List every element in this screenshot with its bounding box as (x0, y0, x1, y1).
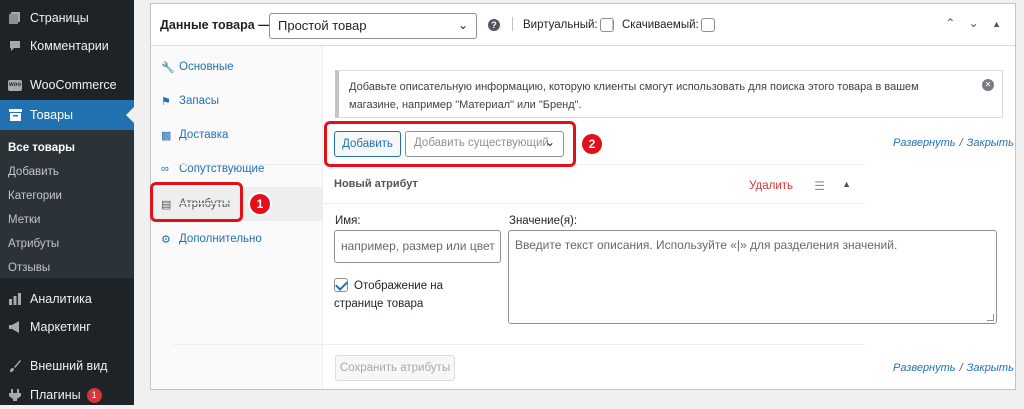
visible-label: Отображение на странице товара (334, 280, 444, 311)
megaphone-icon (8, 320, 22, 334)
divider (173, 344, 865, 345)
help-icon[interactable]: ? (488, 19, 500, 31)
sidebar-item-label: Аналитика (30, 292, 92, 306)
separator: / (959, 362, 963, 374)
tab-label: Доставка (179, 129, 229, 141)
sidebar-item-label: Маркетинг (30, 320, 91, 334)
virtual-option[interactable]: Виртуальный: (523, 18, 614, 32)
panel-controls: ⌃ ⌄ ▲ (935, 16, 1001, 30)
drag-handle-icon[interactable]: ☰ (814, 179, 825, 193)
sidebar-item-pages[interactable]: Страницы (0, 4, 134, 32)
submenu-reviews[interactable]: Отзывы (8, 262, 50, 274)
attribute-header[interactable]: Новый атрибут Удалить ☰ ▲ (173, 166, 865, 204)
highlight-add-toolbar (324, 121, 576, 167)
brush-icon (8, 359, 22, 373)
tab-label: Дополнительно (179, 233, 262, 245)
analytics-icon (8, 292, 22, 306)
downloadable-label: Скачиваемый: (622, 19, 699, 32)
archive-icon (8, 108, 22, 122)
tab-advanced[interactable]: ⚙ Дополнительно (151, 222, 323, 256)
submenu-add[interactable]: Добавить (8, 166, 59, 178)
gear-icon: ⚙ (161, 233, 171, 246)
expand-link[interactable]: Развернуть (893, 362, 956, 374)
attributes-notice: Добавьте описательную информацию, котору… (335, 70, 1003, 118)
wrench-icon: 🔧 (161, 61, 175, 74)
collapse-panel-icon[interactable]: ▲ (992, 19, 1001, 29)
attribute-values-textarea[interactable]: Введите текст описания. Используйте «|» … (508, 230, 997, 324)
submenu-attributes[interactable]: Атрибуты (8, 238, 59, 250)
products-submenu: Все товары Добавить Категории Метки Атри… (0, 130, 134, 278)
values-placeholder: Введите текст описания. Используйте «|» … (515, 238, 898, 252)
tab-label: Запасы (179, 95, 219, 107)
expand-collapse-top: Развернуть / Закрыть (893, 137, 1014, 149)
virtual-label: Виртуальный: (523, 19, 598, 32)
plugin-update-badge: 1 (86, 387, 102, 403)
product-type-select[interactable]: Простой товар ⌄ (269, 13, 477, 39)
plugin-icon (8, 388, 22, 402)
collapse-link[interactable]: Закрыть (967, 362, 1014, 374)
tag-icon: ⚑ (161, 95, 171, 108)
sidebar-item-label: Внешний вид (30, 359, 108, 373)
tab-label: Основные (179, 61, 234, 73)
separator: / (959, 137, 963, 149)
step-marker-1: 1 (250, 194, 270, 214)
attribute-name-input[interactable]: например, размер или цвет (334, 230, 501, 263)
sidebar-item-marketing[interactable]: Маркетинг (0, 313, 134, 341)
move-up-icon[interactable]: ⌃ (945, 16, 955, 30)
step-marker-2: 2 (582, 134, 602, 154)
submenu-all-products[interactable]: Все товары (8, 142, 75, 154)
sidebar-item-label: Плагины (30, 388, 81, 402)
resize-handle[interactable] (987, 314, 994, 321)
submenu-tags[interactable]: Метки (8, 214, 40, 226)
downloadable-checkbox[interactable] (700, 18, 715, 32)
divider (512, 17, 513, 31)
values-label: Значение(я): (509, 215, 578, 227)
collapse-link[interactable]: Закрыть (967, 137, 1014, 149)
sidebar-item-woocommerce[interactable]: woo WooCommerce (0, 71, 134, 99)
sidebar-item-label: Товары (30, 108, 73, 122)
product-type-value: Простой товар (278, 18, 367, 33)
divider (612, 17, 613, 31)
save-attributes-button[interactable]: Сохранить атрибуты (335, 355, 455, 381)
highlight-attributes-tab (150, 182, 243, 222)
sidebar-item-appearance[interactable]: Внешний вид (0, 352, 134, 380)
downloadable-option[interactable]: Скачиваемый: (622, 18, 715, 32)
truck-icon: ▩ (161, 129, 172, 142)
sidebar-item-products[interactable]: Товары (0, 100, 134, 130)
name-placeholder: например, размер или цвет (341, 239, 495, 253)
panel-header: Данные товара — Простой товар ⌄ ? Виртуа… (151, 4, 1015, 46)
tab-general[interactable]: 🔧 Основные (151, 50, 323, 84)
tab-inventory[interactable]: ⚑ Запасы (151, 84, 323, 118)
notice-text: Добавьте описательную информацию, котору… (349, 81, 919, 111)
tab-shipping[interactable]: ▩ Доставка (151, 118, 323, 152)
expand-collapse-bottom: Развернуть / Закрыть (893, 362, 1014, 374)
submenu-categories[interactable]: Категории (8, 190, 62, 202)
sidebar-item-label: Комментарии (30, 39, 109, 53)
pages-icon (8, 11, 22, 25)
remove-attribute-link[interactable]: Удалить (749, 180, 793, 192)
panel-title: Данные товара — (160, 18, 271, 32)
expand-link[interactable]: Развернуть (893, 137, 956, 149)
sidebar-item-label: Страницы (30, 11, 89, 25)
admin-sidebar: Страницы Комментарии woo WooCommerce Тов… (0, 0, 134, 405)
sidebar-item-comments[interactable]: Комментарии (0, 32, 134, 60)
link-icon: ∞ (161, 163, 169, 175)
collapse-attribute-icon[interactable]: ▲ (842, 179, 851, 189)
move-down-icon[interactable]: ⌄ (969, 16, 979, 30)
name-label: Имя: (335, 215, 361, 227)
attribute-title: Новый атрибут (334, 178, 418, 190)
woocommerce-icon: woo (8, 78, 22, 92)
sidebar-item-label: WooCommerce (30, 78, 117, 92)
chevron-down-icon: ⌄ (457, 18, 468, 32)
sidebar-item-analytics[interactable]: Аналитика (0, 285, 134, 313)
comments-icon (8, 39, 22, 53)
close-icon[interactable]: ✕ (982, 79, 994, 91)
